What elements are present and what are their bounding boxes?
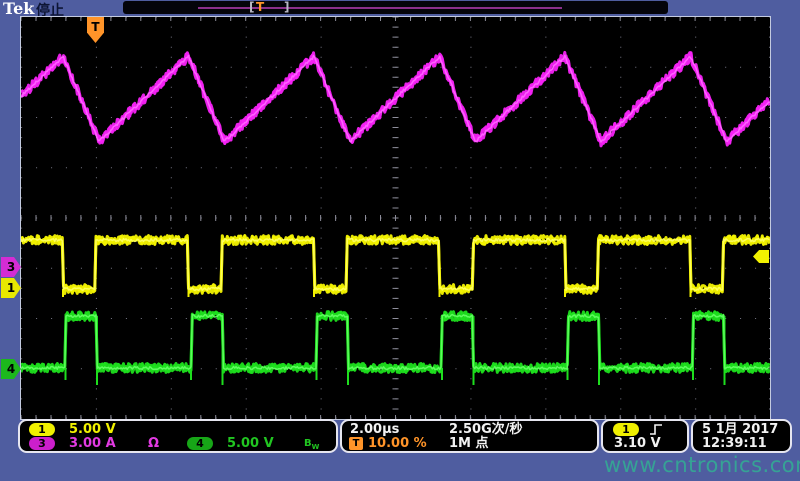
ch3-scale-readout: 3.00 A <box>69 437 116 451</box>
trigger-slope-rising-icon <box>649 423 663 436</box>
ch3-ground-marker-icon: 3 <box>1 257 21 277</box>
graticule-area <box>20 16 771 420</box>
timebase-readout-box: 2.00µs 2.50G次/秒 T 10.00 % 1M 点 <box>340 419 599 453</box>
sample-rate-readout: 2.50G次/秒 <box>449 423 523 437</box>
ch1-ground-marker-icon: 1 <box>1 278 21 298</box>
trigger-source-badge: 1 <box>613 423 639 436</box>
trigger-position-icon: T <box>349 437 363 450</box>
ch4-ground-marker-icon: 4 <box>1 359 21 379</box>
watermark-text: www.cntronics.com <box>604 453 800 477</box>
oscilloscope-screenshot: { "header": {"brand": "Tek", "acq_status… <box>0 0 800 481</box>
waveform-display <box>21 17 770 419</box>
trigger-position-readout: 10.00 % <box>368 437 427 451</box>
ch1-badge: 1 <box>29 423 55 436</box>
window-bracket-right-icon: ] <box>284 0 289 14</box>
timebase-scale-readout: 2.00µs <box>350 423 399 437</box>
ch4-badge: 4 <box>187 437 213 450</box>
record-position-bar: [ T ] <box>123 1 668 14</box>
ch1-scale-readout: 5.00 V <box>69 423 116 437</box>
channel-readout-box: 1 5.00 V 3 3.00 A Ω 4 5.00 V BW <box>18 419 338 453</box>
datetime-box: 5 1月 2017 12:39:11 <box>691 419 792 453</box>
trigger-readout-box: 1 3.10 V <box>601 419 689 453</box>
trigger-level-readout: 3.10 V <box>614 437 661 451</box>
ch3-coupling-icon: Ω <box>148 437 159 451</box>
ch4-bandwidth-limit-icon: BW <box>304 437 319 454</box>
date-readout: 5 1月 2017 <box>702 423 778 437</box>
record-trigger-icon: T <box>256 0 264 14</box>
ch4-scale-readout: 5.00 V <box>227 437 274 451</box>
record-length-readout: 1M 点 <box>449 437 489 451</box>
window-bracket-left-icon: [ <box>249 0 254 14</box>
time-readout: 12:39:11 <box>702 437 767 451</box>
ch3-badge: 3 <box>29 437 55 450</box>
